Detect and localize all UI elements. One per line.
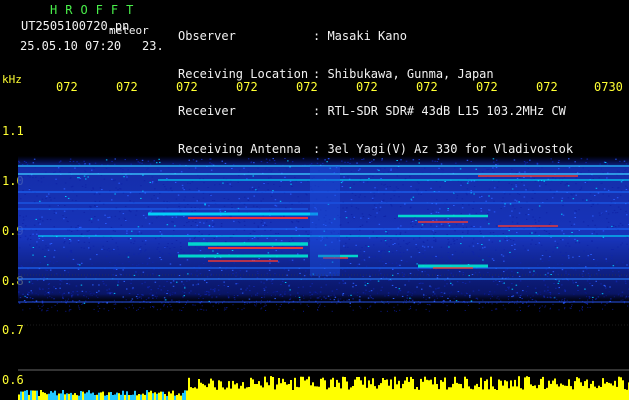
observer-value: : Masaki Kano [313, 29, 407, 43]
app-title: HROFFT [50, 3, 142, 17]
time-tick: 072 [116, 80, 138, 94]
time-tick: 072 [536, 80, 558, 94]
time-tick: 072 [56, 80, 78, 94]
observer-label: Observer [178, 29, 236, 43]
time-tick: 072 [476, 80, 498, 94]
meteor-label: meteor [109, 24, 149, 37]
spectrogram [18, 96, 629, 400]
time-tick: 072 [236, 80, 258, 94]
time-tick: 072 [296, 80, 318, 94]
meteor-count: 23. [142, 39, 164, 53]
axis-unit-label: kHz [2, 73, 22, 86]
location-label: Receiving Location [178, 66, 309, 81]
datetime-label: 25.05.10 07:20 [20, 39, 122, 53]
time-tick: 0730 [594, 80, 623, 94]
time-tick: 072 [356, 80, 378, 94]
time-tick: 072 [176, 80, 198, 94]
time-tick: 072 [416, 80, 438, 94]
signal-level-bar [18, 376, 629, 400]
location-value: : Shibukawa, Gunma, Japan [313, 66, 494, 81]
